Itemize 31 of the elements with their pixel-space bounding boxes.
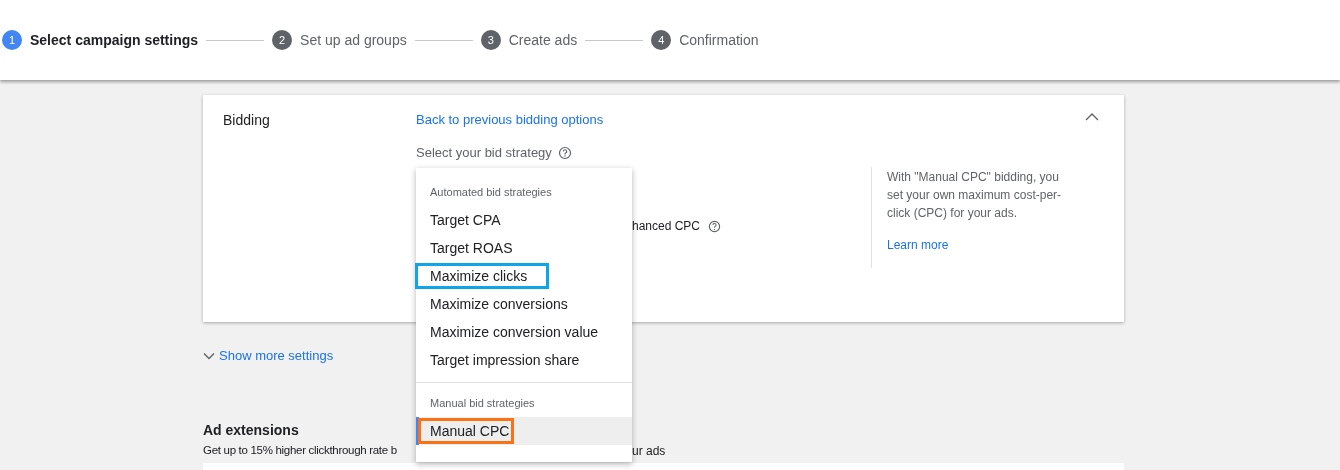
step-number: 2 <box>272 30 293 50</box>
learn-more-link[interactable]: Learn more <box>887 236 949 254</box>
group-header: Manual bid strategies <box>429 396 536 411</box>
collapse-icon[interactable] <box>1085 112 1099 122</box>
description-text: Get up to 15% higher clickthrough rate b <box>203 443 397 458</box>
menu-item[interactable]: Target impression share <box>416 346 632 374</box>
show-more-link[interactable]: Show more settings <box>219 346 334 366</box>
prompt-label: Select your bid strategy <box>416 144 552 162</box>
menu-item[interactable]: Maximize conversion value <box>416 318 632 346</box>
menu-item[interactable]: Target ROAS <box>416 234 632 262</box>
description-text: ur ads <box>632 443 666 460</box>
group-header: Automated bid strategies <box>429 185 553 200</box>
section-title: Ad extensions <box>203 421 299 440</box>
expand-icon[interactable] <box>203 351 215 360</box>
help-icon[interactable] <box>708 219 722 233</box>
menu-item[interactable]: Maximize conversions <box>416 290 632 318</box>
option-label: hanced CPC <box>632 218 701 235</box>
help-icon[interactable] <box>557 145 572 160</box>
step-number: 3 <box>480 30 501 50</box>
back-link[interactable]: Back to previous bidding options <box>416 110 604 130</box>
step-label[interactable]: Set up ad groups <box>300 29 407 51</box>
section-title: Bidding <box>223 111 270 130</box>
step-number: 4 <box>651 30 672 50</box>
step-label[interactable]: Confirmation <box>679 29 759 51</box>
menu-item[interactable]: Target CPA <box>416 206 632 234</box>
menu-item[interactable]: Manual CPC <box>416 417 632 445</box>
menu-item[interactable]: Maximize clicks <box>416 262 632 290</box>
step-label[interactable]: Create ads <box>508 29 578 51</box>
step-label[interactable]: Select campaign settings <box>30 29 199 51</box>
step-number: 1 <box>2 30 22 50</box>
info-text: With "Manual CPC" bidding, you set your own maximum cost-per-click (CPC) for your ads. <box>887 169 1063 222</box>
